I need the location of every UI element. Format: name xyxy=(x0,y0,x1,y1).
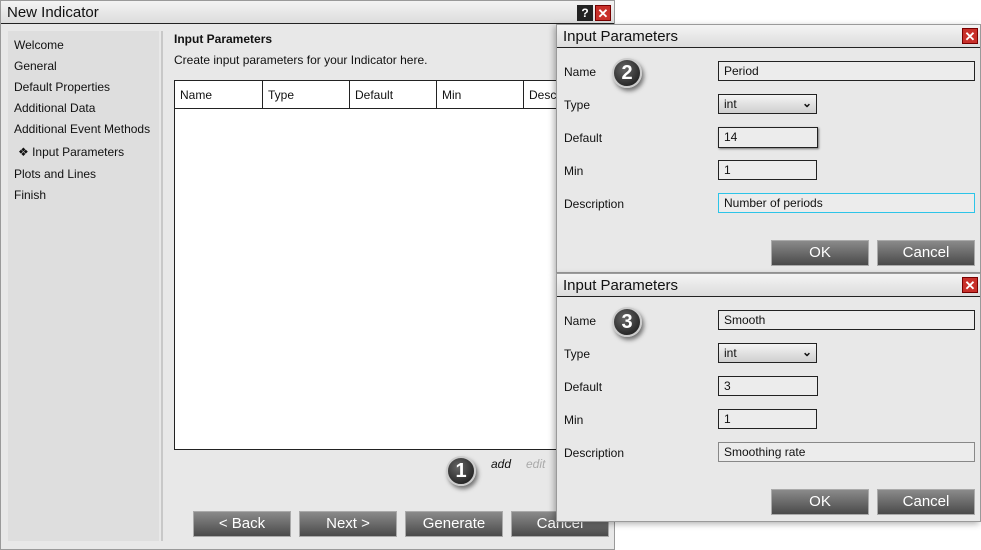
sidebar-item-additional-data[interactable]: Additional Data xyxy=(14,101,95,115)
description-label: Description xyxy=(564,197,625,211)
type-label: Type xyxy=(564,98,591,112)
help-icon[interactable]: ? xyxy=(577,5,593,21)
input-parameters-dialog-period: Input Parameters ✕ 2 Name Period Type in… xyxy=(556,24,981,273)
step-badge-2: 2 xyxy=(612,58,642,88)
sidebar-item-additional-event-methods[interactable]: Additional Event Methods xyxy=(14,122,150,136)
column-header-min[interactable]: Min xyxy=(437,81,524,109)
default-label: Default xyxy=(564,131,603,145)
step-badge-1: 1 xyxy=(446,456,476,486)
cancel-button[interactable]: Cancel xyxy=(877,240,975,266)
close-icon[interactable]: ✕ xyxy=(595,5,611,21)
sidebar-item-general[interactable]: General xyxy=(14,59,57,73)
min-field[interactable]: 1 xyxy=(718,409,817,429)
dialog-title: Input Parameters xyxy=(563,28,679,45)
default-field[interactable]: 14 xyxy=(718,127,818,148)
description-field[interactable]: Number of periods xyxy=(718,193,975,213)
ok-button[interactable]: OK xyxy=(771,240,869,266)
close-icon[interactable]: ✕ xyxy=(962,28,978,44)
add-link[interactable]: add xyxy=(491,457,511,471)
back-button[interactable]: < Back xyxy=(193,511,291,537)
chevron-down-icon: ⌄ xyxy=(801,345,812,359)
min-label: Min xyxy=(564,164,584,178)
type-label: Type xyxy=(564,347,591,361)
min-field[interactable]: 1 xyxy=(718,160,817,180)
description-label: Description xyxy=(564,446,625,460)
next-button[interactable]: Next > xyxy=(299,511,397,537)
chevron-down-icon: ⌄ xyxy=(801,96,812,110)
title-bar: New Indicator xyxy=(1,1,614,24)
type-select[interactable]: int ⌄ xyxy=(718,94,817,114)
edit-link[interactable]: edit xyxy=(526,457,545,471)
type-value: int xyxy=(724,97,737,111)
sidebar-item-welcome[interactable]: Welcome xyxy=(14,38,64,52)
window-title: New Indicator xyxy=(7,4,99,21)
dialog-title: Input Parameters xyxy=(563,277,679,294)
type-value: int xyxy=(724,346,737,360)
sidebar-item-default-properties[interactable]: Default Properties xyxy=(14,80,110,94)
column-header-type[interactable]: Type xyxy=(263,81,350,109)
sidebar-item-input-parameters[interactable]: ❖ Input Parameters xyxy=(18,145,124,159)
name-field[interactable]: Smooth xyxy=(718,310,975,330)
description-field[interactable]: Smoothing rate xyxy=(718,442,975,462)
name-label: Name xyxy=(564,65,597,79)
default-label: Default xyxy=(564,380,603,394)
ok-button[interactable]: OK xyxy=(771,489,869,515)
step-badge-3: 3 xyxy=(612,307,642,337)
new-indicator-window: New Indicator ? ✕ Welcome General Defaul… xyxy=(0,0,615,550)
sidebar-item-plots-and-lines[interactable]: Plots and Lines xyxy=(14,167,96,181)
page-heading: Input Parameters xyxy=(174,32,273,46)
divider xyxy=(161,31,163,541)
generate-button[interactable]: Generate xyxy=(405,511,503,537)
min-label: Min xyxy=(564,413,584,427)
type-select[interactable]: int ⌄ xyxy=(718,343,817,363)
name-label: Name xyxy=(564,314,597,328)
page-subheading: Create input parameters for your Indicat… xyxy=(174,53,428,67)
close-icon[interactable]: ✕ xyxy=(962,277,978,293)
dialog-title-bar: Input Parameters xyxy=(557,25,980,48)
dialog-title-bar: Input Parameters xyxy=(557,274,980,297)
column-header-default[interactable]: Default xyxy=(350,81,437,109)
sidebar-item-finish[interactable]: Finish xyxy=(14,188,46,202)
column-header-name[interactable]: Name xyxy=(175,81,263,109)
sidebar: Welcome General Default Properties Addit… xyxy=(8,31,159,541)
input-parameters-dialog-smooth: Input Parameters ✕ 3 Name Smooth Type in… xyxy=(556,273,981,522)
cancel-button[interactable]: Cancel xyxy=(877,489,975,515)
default-field[interactable]: 3 xyxy=(718,376,818,396)
parameters-table[interactable]: Name Type Default Min Desc xyxy=(174,80,584,450)
name-field[interactable]: Period xyxy=(718,61,975,81)
